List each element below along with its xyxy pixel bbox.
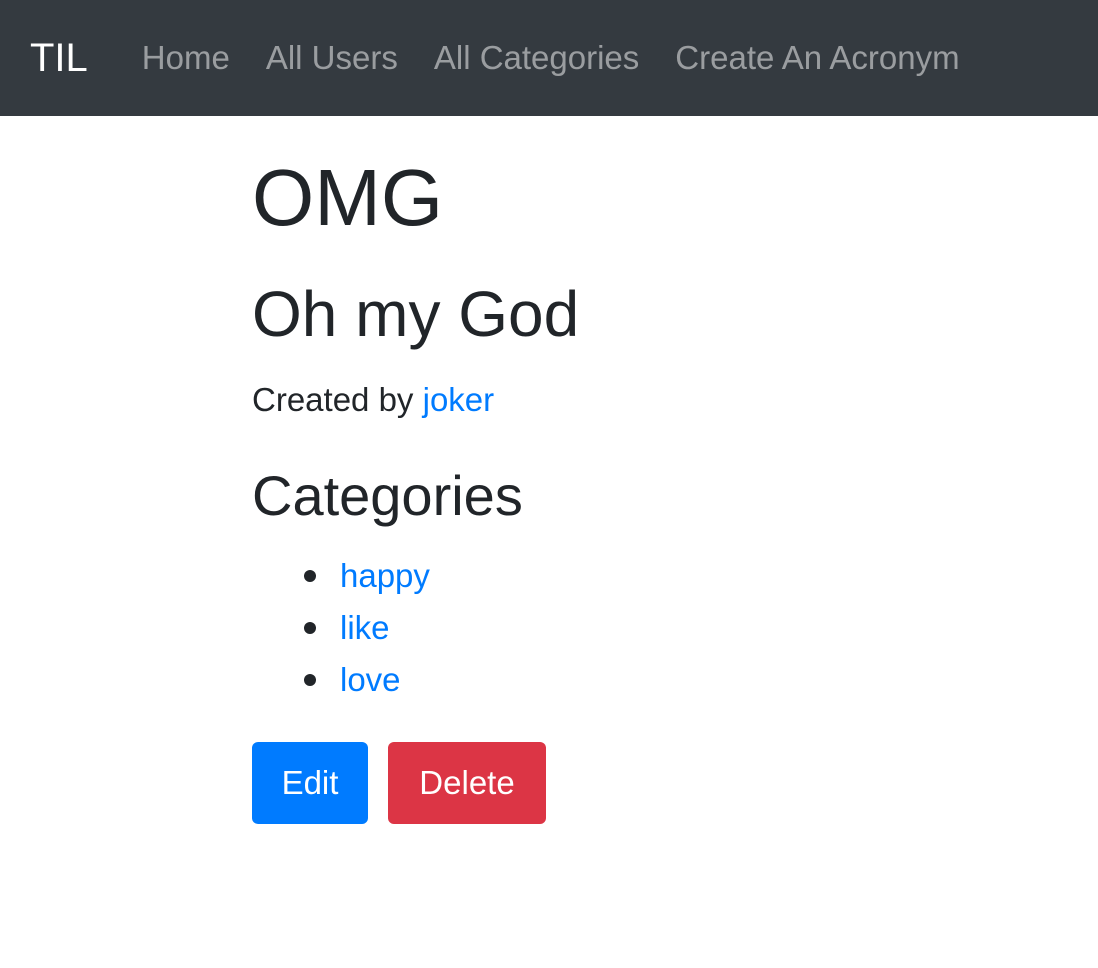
category-link-happy[interactable]: happy — [340, 557, 430, 594]
bullet-icon — [304, 674, 316, 686]
category-link-like[interactable]: like — [340, 609, 390, 646]
list-item: love — [252, 658, 430, 710]
bullet-icon — [304, 570, 316, 582]
user-link[interactable]: joker — [423, 381, 495, 418]
list-item: happy — [252, 554, 430, 606]
categories-heading: Categories — [252, 464, 523, 527]
created-by: Created by joker — [252, 380, 494, 420]
created-by-label: Created by — [252, 381, 414, 418]
category-link-love[interactable]: love — [340, 661, 401, 698]
nav-link-home[interactable]: Home — [142, 39, 230, 77]
categories-list: happy like love — [252, 554, 430, 710]
edit-button[interactable]: Edit — [252, 742, 368, 824]
nav-link-create-acronym[interactable]: Create An Acronym — [675, 39, 959, 77]
navbar: TIL Home All Users All Categories Create… — [0, 0, 1098, 116]
nav-link-all-users[interactable]: All Users — [266, 39, 398, 77]
acronym-short: OMG — [252, 153, 444, 242]
list-item: like — [252, 606, 430, 658]
bullet-icon — [304, 622, 316, 634]
acronym-long: Oh my God — [252, 278, 580, 350]
nav-link-all-categories[interactable]: All Categories — [434, 39, 639, 77]
delete-button[interactable]: Delete — [388, 742, 546, 824]
brand-link[interactable]: TIL — [30, 36, 88, 81]
